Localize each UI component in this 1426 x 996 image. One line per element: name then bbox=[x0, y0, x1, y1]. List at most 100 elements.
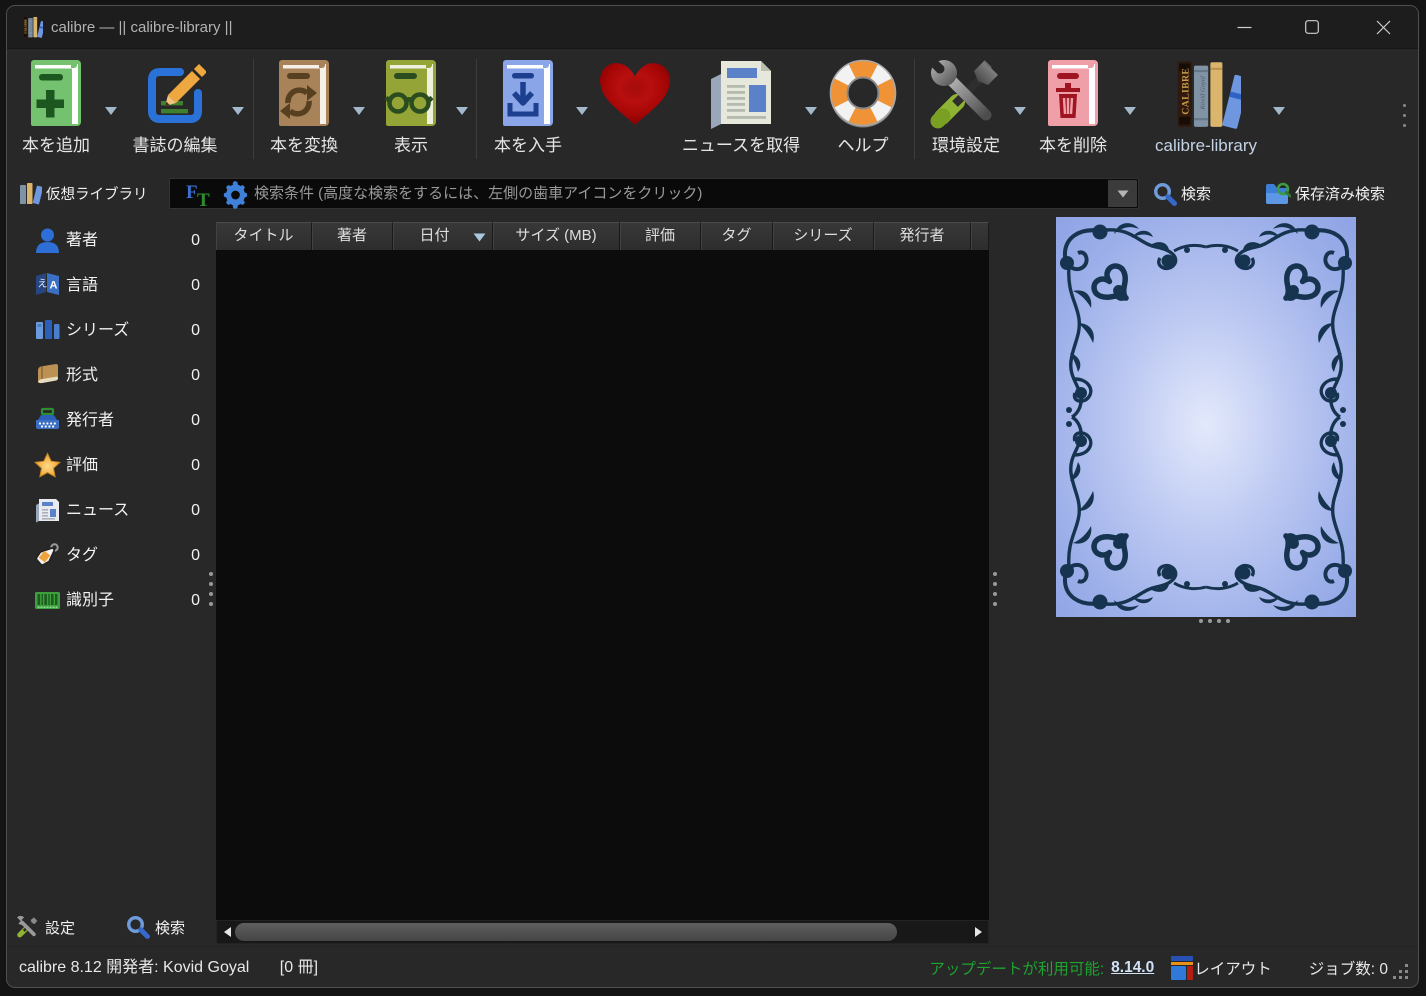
column-label: シリーズ bbox=[793, 227, 852, 244]
virtual-library-button[interactable]: 仮想ライブラリ bbox=[19, 178, 148, 209]
cover-resize-handle[interactable] bbox=[1199, 619, 1235, 623]
help-label: ヘルプ bbox=[823, 136, 903, 156]
column-header-series[interactable]: シリーズ bbox=[773, 222, 874, 250]
svg-text:T: T bbox=[197, 190, 210, 207]
minimize-button[interactable] bbox=[1221, 6, 1267, 48]
layout-button-label[interactable]: レイアウト bbox=[1194, 957, 1272, 979]
scrollbar-thumb[interactable] bbox=[235, 923, 897, 941]
search-button-label: 検索 bbox=[1181, 183, 1211, 204]
scroll-right-button[interactable] bbox=[968, 921, 988, 943]
rating-star-icon bbox=[34, 452, 61, 479]
remove-books-menu-arrow[interactable] bbox=[1123, 106, 1137, 116]
status-version-text: calibre 8.12 開発者: Kovid Goyal [0 冊] bbox=[19, 947, 318, 988]
toolbar-library[interactable]: calibre-library bbox=[1136, 58, 1276, 156]
get-books-label: 本を入手 bbox=[473, 136, 583, 156]
toolbar-preferences[interactable]: 環境設定 bbox=[911, 58, 1021, 156]
book-list-body[interactable] bbox=[216, 250, 989, 920]
edit-metadata-label: 書誌の編集 bbox=[110, 136, 240, 156]
toolbar-edit-metadata[interactable]: 書誌の編集 bbox=[110, 58, 240, 156]
fulltext-search-icon[interactable]: F T bbox=[186, 182, 214, 207]
sidebar-item-tags[interactable]: タグ 0 bbox=[7, 533, 212, 578]
sidebar-item-news[interactable]: ニュース 0 bbox=[7, 488, 212, 533]
close-button[interactable] bbox=[1360, 6, 1406, 48]
search-history-dropdown[interactable] bbox=[1108, 180, 1137, 207]
book-cover-view[interactable] bbox=[1056, 217, 1356, 617]
sidebar-item-publishers[interactable]: 発行者 0 bbox=[7, 398, 212, 443]
remove-books-label: 本を削除 bbox=[1018, 136, 1128, 156]
tag-browser-find-button[interactable]: 検索 bbox=[126, 913, 185, 941]
view-menu-arrow[interactable] bbox=[455, 106, 469, 116]
column-label: タイトル bbox=[233, 227, 293, 244]
toolbar-get-books[interactable]: 本を入手 bbox=[473, 58, 583, 156]
toolbar-view[interactable]: 表示 bbox=[356, 58, 466, 156]
sidebar-item-label: 発行者 bbox=[66, 398, 114, 443]
get-books-menu-arrow[interactable] bbox=[575, 106, 589, 116]
sidebar-item-series[interactable]: シリーズ 0 bbox=[7, 308, 212, 353]
dropdown-arrow-icon bbox=[1117, 190, 1129, 198]
toolbar-help[interactable]: ヘルプ bbox=[823, 58, 903, 156]
sidebar-item-count: 0 bbox=[157, 353, 200, 398]
update-version-link[interactable]: 8.14.0 bbox=[1111, 959, 1154, 977]
toolbar-overflow-icon[interactable] bbox=[1401, 104, 1407, 134]
handle-dot bbox=[209, 592, 213, 596]
sidebar-item-identifiers[interactable]: 識別子 0 bbox=[7, 578, 212, 623]
handle-dot bbox=[1217, 619, 1221, 623]
column-header-publisher[interactable]: 発行者 bbox=[874, 222, 971, 250]
scroll-left-button[interactable] bbox=[217, 921, 237, 943]
tag-browser-configure-button[interactable]: 設定 bbox=[15, 913, 75, 941]
convert-books-label: 本を変換 bbox=[249, 136, 359, 156]
saved-search-label: 保存済み検索 bbox=[1295, 183, 1385, 204]
column-header-rating[interactable]: 評価 bbox=[620, 222, 701, 250]
horizontal-scrollbar[interactable] bbox=[216, 920, 989, 944]
search-options-gear-icon[interactable] bbox=[223, 181, 248, 209]
preferences-tools-icon bbox=[911, 58, 1021, 130]
handle-dot bbox=[209, 602, 213, 606]
sidebar-item-rating[interactable]: 評価 0 bbox=[7, 443, 212, 488]
tags-icon bbox=[34, 542, 61, 569]
toolbar-fetch-news[interactable]: ニュースを取得 bbox=[671, 58, 811, 156]
sidebar-item-authors[interactable]: 著者 0 bbox=[7, 218, 212, 263]
handle-dot bbox=[1199, 619, 1203, 623]
sidebar-item-count: 0 bbox=[157, 218, 200, 263]
update-available-text: アップデートが利用可能: bbox=[929, 957, 1104, 979]
cover-splitter-handle[interactable] bbox=[993, 572, 997, 612]
jobs-indicator[interactable]: ジョブ数: 0 bbox=[1309, 957, 1388, 979]
news-icon bbox=[34, 497, 61, 524]
toolbar-convert-books[interactable]: 本を変換 bbox=[249, 58, 359, 156]
toolbar-add-books[interactable]: 本を追加 bbox=[1, 58, 111, 156]
search-button[interactable]: 検索 bbox=[1153, 178, 1211, 209]
svg-text:A: A bbox=[50, 280, 58, 292]
column-label: サイズ (MB) bbox=[515, 227, 596, 244]
column-header-date[interactable]: 日付 bbox=[393, 222, 493, 250]
sidebar-splitter-handle[interactable] bbox=[209, 572, 213, 612]
window-title: calibre — || calibre-library || bbox=[51, 6, 232, 49]
languages-icon: え A bbox=[34, 272, 61, 299]
status-left-text: calibre 8.12 開発者: Kovid Goyal bbox=[19, 959, 249, 976]
sidebar-item-label: シリーズ bbox=[66, 308, 129, 353]
sidebar-item-label: 著者 bbox=[66, 218, 98, 263]
handle-dot bbox=[993, 572, 997, 576]
sidebar-item-languages[interactable]: え A 言語 0 bbox=[7, 263, 212, 308]
sidebar-item-label: 形式 bbox=[66, 353, 98, 398]
sidebar-item-formats[interactable]: 形式 0 bbox=[7, 353, 212, 398]
scroll-right-icon bbox=[975, 927, 982, 937]
sidebar-item-count: 0 bbox=[157, 308, 200, 353]
column-header-size[interactable]: サイズ (MB) bbox=[493, 222, 620, 250]
saved-search-button[interactable]: 保存済み検索 bbox=[1264, 178, 1385, 209]
authors-icon bbox=[34, 227, 61, 254]
column-header-authors[interactable]: 著者 bbox=[312, 222, 393, 250]
search-input[interactable]: F T 検索条件 (高度な検索をするには、左側の歯車アイコンをクリック) bbox=[169, 178, 1139, 209]
column-header-tags[interactable]: タグ bbox=[701, 222, 773, 250]
toolbar-remove-books[interactable]: 本を削除 bbox=[1018, 58, 1128, 156]
column-header-title[interactable]: タイトル bbox=[216, 222, 312, 250]
fetch-news-menu-arrow[interactable] bbox=[804, 106, 818, 116]
maximize-button[interactable] bbox=[1289, 6, 1335, 48]
edit-metadata-menu-arrow[interactable] bbox=[231, 106, 245, 116]
toolbar-donate[interactable] bbox=[599, 58, 671, 130]
library-menu-arrow[interactable] bbox=[1272, 106, 1286, 116]
overflow-dot bbox=[1403, 114, 1406, 117]
resize-grip-icon[interactable] bbox=[1392, 963, 1410, 981]
svg-text:え: え bbox=[38, 278, 48, 290]
sidebar-item-count: 0 bbox=[157, 488, 200, 533]
sidebar-item-count: 0 bbox=[157, 533, 200, 578]
